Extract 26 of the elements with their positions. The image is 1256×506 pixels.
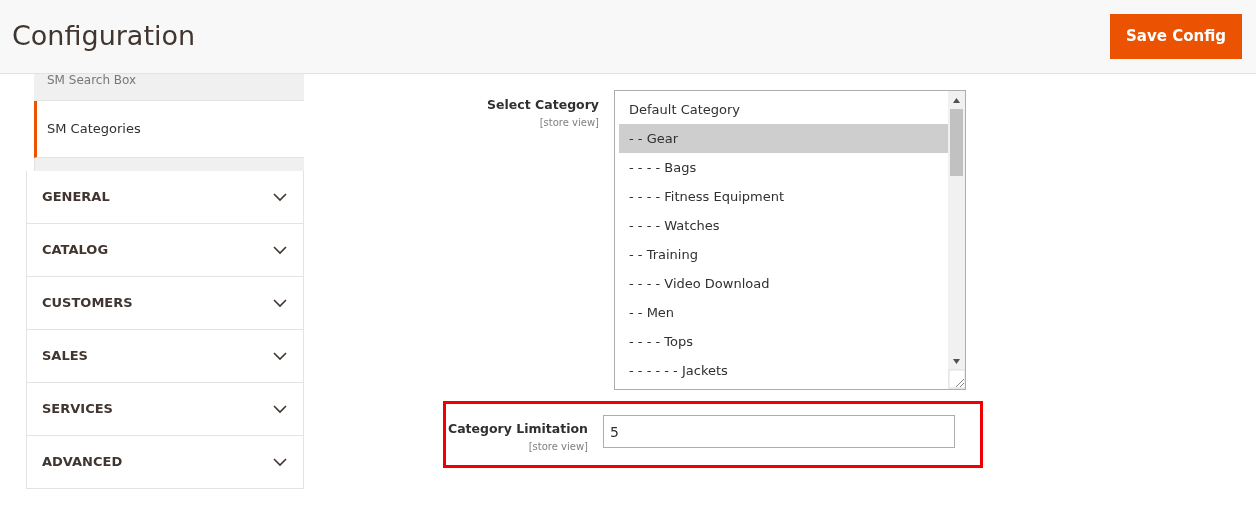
section-header[interactable]: GENERAL: [26, 171, 304, 224]
field-label: Select Category: [486, 96, 599, 114]
list-option[interactable]: - - - - Video Download: [619, 269, 948, 298]
section-header[interactable]: ADVANCED: [26, 436, 304, 489]
page-title: Configuration: [12, 20, 196, 53]
list-option[interactable]: - - - - Bags: [619, 153, 948, 182]
list-option[interactable]: Default Category: [619, 95, 948, 124]
section-header[interactable]: CATALOG: [26, 224, 304, 277]
save-config-button[interactable]: Save Config: [1110, 14, 1242, 59]
section-header[interactable]: CUSTOMERS: [26, 277, 304, 330]
input-field[interactable]: 5: [603, 415, 955, 448]
section-header[interactable]: SERVICES: [26, 383, 304, 436]
list-option[interactable]: - - - - Tops: [619, 327, 948, 356]
scope-label: [store view]: [538, 115, 599, 130]
field-label: Category Limitation: [447, 420, 588, 438]
sidebar-item[interactable]: SM Categories: [34, 101, 304, 158]
list-option[interactable]: - - Men: [619, 298, 948, 327]
list-option[interactable]: - - Gear: [619, 124, 948, 153]
list-option[interactable]: - - Training: [619, 240, 948, 269]
section-header[interactable]: SALES: [26, 330, 304, 383]
sidebar-item[interactable]: SM Search Box: [34, 74, 304, 101]
scope-label: [store view]: [527, 439, 588, 454]
list-option[interactable]: - - - - - - Jackets: [619, 356, 948, 385]
category-list-box[interactable]: Default Category - - Gear - - - - Bags - - - - Fitness Equipment - - - - Watches - - Training - - - - Video Download - - Men - - - - Tops - - - - - - Jackets: [614, 90, 966, 390]
list-option[interactable]: - - - - Fitness Equipment: [619, 182, 948, 211]
list-option[interactable]: - - - - Watches: [619, 211, 948, 240]
